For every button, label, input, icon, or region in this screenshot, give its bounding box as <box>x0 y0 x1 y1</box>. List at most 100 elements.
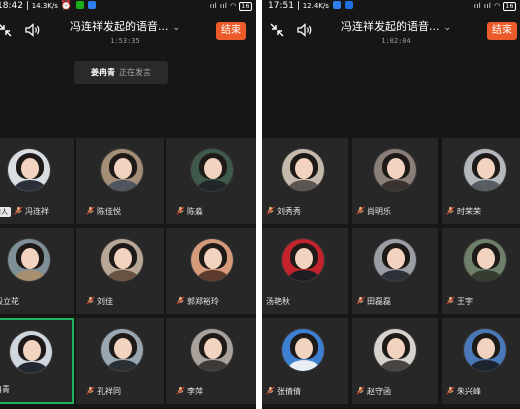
app-icon <box>344 1 353 9</box>
mic-muted-icon <box>266 206 275 215</box>
mic-muted-icon <box>176 206 185 215</box>
participant-tile[interactable]: 刘佳 <box>76 228 164 314</box>
call-header: 冯连祥发起的语音... ⌄ 1:53:35 结束 <box>0 12 256 50</box>
participant-name: 陈佳悦 <box>97 207 121 216</box>
alarm-icon: ⏰ <box>60 1 72 11</box>
avatar <box>190 328 234 372</box>
participant-tile[interactable]: 汤艳秋 <box>262 228 348 314</box>
left-call-screen: 18:42 | 14.3K/s ⏰ ııl ııl ◠ 16 冯连祥发起的语音.… <box>0 0 256 409</box>
participant-label: 尚明乐 <box>352 206 438 218</box>
participant-tile[interactable]: 尚明乐 <box>352 138 438 224</box>
participant-label: 陈淼 <box>166 206 256 218</box>
participant-label: 朱兴峰 <box>442 386 520 398</box>
signal-icon: ııl ııl <box>209 2 228 10</box>
call-title: 冯连祥发起的语音... <box>340 20 440 33</box>
avatar <box>373 328 417 372</box>
avatar <box>463 148 507 192</box>
end-call-button[interactable]: 结束 <box>487 22 517 40</box>
chevron-down-icon: ⌄ <box>172 23 181 33</box>
call-header: 冯连祥发起的语音... ⌄ 1:02:04 结束 <box>262 12 520 50</box>
mic-muted-icon <box>356 296 365 305</box>
participant-tile[interactable]: 陈佳悦 <box>76 138 164 224</box>
participant-label: 陈佳悦 <box>76 206 164 218</box>
avatar <box>373 238 417 282</box>
participant-tile[interactable]: 田磊磊 <box>352 228 438 314</box>
call-duration: 1:02:04 <box>381 37 411 45</box>
mic-muted-icon <box>86 386 95 395</box>
participant-tile[interactable]: 李萍 <box>166 318 256 404</box>
call-duration: 1:53:35 <box>110 37 140 45</box>
battery-icon: 16 <box>239 2 252 11</box>
participant-tile[interactable]: 时荣荣 <box>442 138 520 224</box>
status-network-speed: 14.3K/s <box>31 2 58 10</box>
minimize-call-icon[interactable] <box>0 22 13 38</box>
wifi-icon: ◠ <box>494 2 501 10</box>
participant-tile[interactable]: 王宇 <box>442 228 520 314</box>
participant-tile[interactable]: 张倩倩 <box>262 318 348 404</box>
participant-name: 段立花 <box>0 297 19 306</box>
avatar <box>7 148 51 192</box>
participant-name: 孔祥同 <box>97 387 121 396</box>
participant-label: 刘秀秀 <box>262 206 348 218</box>
speaker-icon[interactable] <box>24 22 41 38</box>
minimize-call-icon[interactable] <box>269 22 285 38</box>
participant-name: 刘秀秀 <box>277 207 301 216</box>
participant-label: 李萍 <box>166 386 256 398</box>
avatar <box>281 328 325 372</box>
call-title-area[interactable]: 冯连祥发起的语音... ⌄ 1:02:04 <box>331 18 461 45</box>
avatar <box>190 148 234 192</box>
status-bar: 17:51 | 12.4K/s ııl ııl ◠ 16 <box>268 1 516 11</box>
participant-tile[interactable]: 主持人 冯连祥 <box>0 138 74 224</box>
participant-name: 刘佳 <box>97 297 113 306</box>
app-icon <box>332 1 341 9</box>
mic-muted-icon <box>176 296 185 305</box>
avatar <box>463 328 507 372</box>
participant-label: 孔祥同 <box>76 386 164 398</box>
avatar <box>281 148 325 192</box>
avatar <box>100 328 144 372</box>
avatar <box>190 238 234 282</box>
mic-muted-icon <box>86 206 95 215</box>
avatar <box>7 238 51 282</box>
mic-muted-icon <box>266 386 275 395</box>
avatar <box>373 148 417 192</box>
participant-label: 王宇 <box>442 296 520 308</box>
participant-label: 段立花 <box>0 296 74 308</box>
participant-label: 田磊磊 <box>352 296 438 308</box>
participant-name: 田磊磊 <box>367 297 391 306</box>
participant-label: 姜冉青 <box>0 384 72 396</box>
status-bar: 18:42 | 14.3K/s ⏰ ııl ııl ◠ 16 <box>0 0 256 12</box>
participant-name: 赵守函 <box>367 387 391 396</box>
participant-label: 时荣荣 <box>442 206 520 218</box>
participant-tile[interactable]: 陈淼 <box>166 138 256 224</box>
speaker-name: 姜冉青 <box>91 68 115 77</box>
participant-label: 赵守函 <box>352 386 438 398</box>
status-time: 18:42 <box>0 1 23 11</box>
participant-name: 王宇 <box>457 297 473 306</box>
participant-name: 尚明乐 <box>367 207 391 216</box>
participant-tile[interactable]: 刘秀秀 <box>262 138 348 224</box>
status-time: 17:51 <box>268 1 294 11</box>
participant-name: 李萍 <box>187 387 203 396</box>
participant-tile[interactable]: 姜冉青 <box>0 318 74 404</box>
end-call-button[interactable]: 结束 <box>216 22 246 40</box>
avatar <box>9 330 53 374</box>
call-title-area[interactable]: 冯连祥发起的语音... ⌄ 1:53:35 <box>60 18 190 45</box>
mic-muted-icon <box>446 386 455 395</box>
participant-tile[interactable]: 朱兴峰 <box>442 318 520 404</box>
speaker-icon[interactable] <box>296 22 313 38</box>
participant-label: 汤艳秋 <box>262 296 348 308</box>
signal-icon: ııl ııl <box>473 2 492 10</box>
participant-label: 张倩倩 <box>262 386 348 398</box>
participant-tile[interactable]: 郭郑裕玲 <box>166 228 256 314</box>
participant-label: 郭郑裕玲 <box>166 296 256 308</box>
participant-label: 主持人 冯连祥 <box>0 206 74 218</box>
participant-tile[interactable]: 孔祥同 <box>76 318 164 404</box>
participant-tile[interactable]: 段立花 <box>0 228 74 314</box>
mic-muted-icon <box>356 206 365 215</box>
mic-muted-icon <box>176 386 185 395</box>
avatar <box>281 238 325 282</box>
participant-tile[interactable]: 赵守函 <box>352 318 438 404</box>
participant-name: 郭郑裕玲 <box>187 297 219 306</box>
participant-name: 朱兴峰 <box>457 387 481 396</box>
